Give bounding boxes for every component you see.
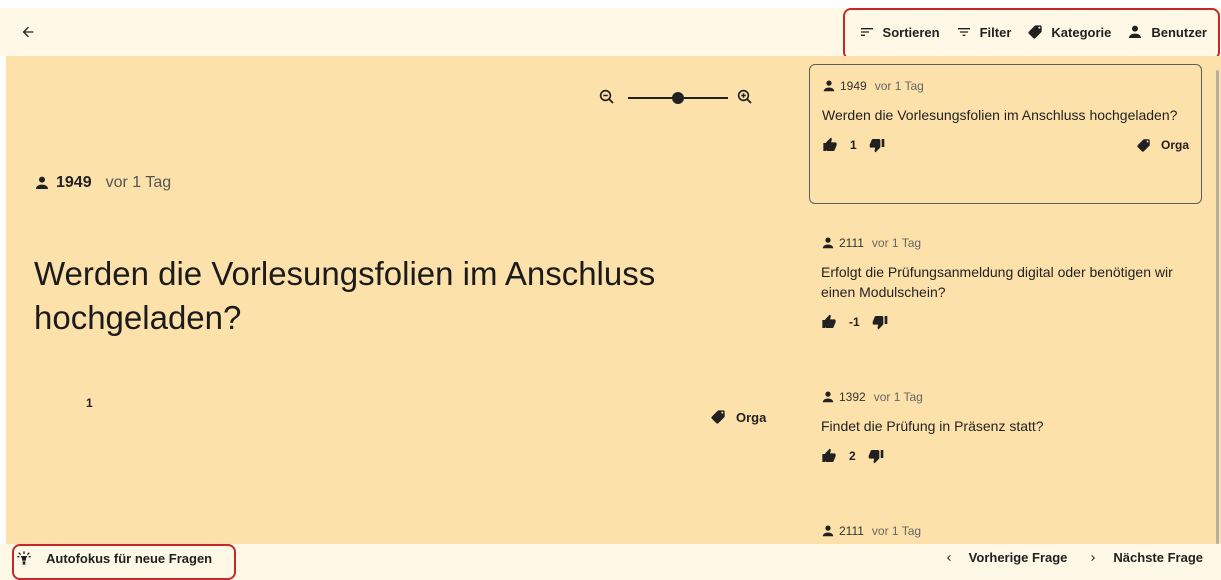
card-question-text: Findet die Prüfung in Präsenz statt? xyxy=(821,418,1044,434)
card-question-text: Erfolgt die Prüfungsanmeldung digital od… xyxy=(821,264,1173,300)
card-actions: 2 xyxy=(821,448,1190,464)
person-icon xyxy=(823,80,835,92)
question-detail-panel: 1949 vor 1 Tag Werden die Vorlesungsfoli… xyxy=(6,56,797,544)
card-tag[interactable]: Orga xyxy=(1136,138,1189,153)
card-actions: -1 xyxy=(821,314,1190,330)
person-icon xyxy=(1129,25,1142,38)
person-icon xyxy=(36,176,48,189)
card-vote-count: -1 xyxy=(849,315,860,329)
tag-icon xyxy=(1137,138,1150,152)
question-card-active[interactable]: 1949 vor 1 Tag Werden die Vorlesungsfoli… xyxy=(809,64,1202,204)
toolbar: Sortieren Filter Kategorie Benutzer xyxy=(851,8,1215,56)
card-meta: 1949 vor 1 Tag xyxy=(822,79,1189,93)
next-question-button[interactable]: Nächste Frage xyxy=(1077,550,1213,565)
next-question-label: Nächste Frage xyxy=(1113,550,1203,565)
thumbs-down-icon[interactable] xyxy=(872,314,888,330)
question-meta: 1949 vor 1 Tag xyxy=(34,174,171,192)
filter-button[interactable]: Filter xyxy=(948,14,1020,50)
card-meta: 2111 vor 1 Tag xyxy=(821,236,1190,250)
card-author: 1949 xyxy=(840,79,867,93)
tag-icon xyxy=(711,410,725,424)
previous-question-label: Vorherige Frage xyxy=(968,550,1068,565)
category-button[interactable]: Kategorie xyxy=(1019,14,1119,50)
spotlight-icon xyxy=(17,551,31,565)
person-icon xyxy=(822,525,834,537)
sort-icon xyxy=(860,28,873,36)
bottom-bar: Autofokus für neue Fragen Vorherige Frag… xyxy=(0,544,1221,580)
question-card[interactable]: 1392 vor 1 Tag Findet die Prüfung in Prä… xyxy=(809,376,1202,496)
person-icon xyxy=(822,391,834,403)
category-label: Kategorie xyxy=(1051,24,1112,40)
question-author: 1949 xyxy=(56,174,92,191)
back-button[interactable] xyxy=(16,20,40,44)
card-author: 1392 xyxy=(839,390,866,404)
question-tag-label: Orga xyxy=(736,409,767,425)
card-time: vor 1 Tag xyxy=(871,524,922,538)
question-card[interactable]: 2111 vor 1 Tag Erfolgt die Prüfungsanmel… xyxy=(809,222,1202,362)
question-time: vor 1 Tag xyxy=(105,174,172,191)
card-meta: 1392 vor 1 Tag xyxy=(821,390,1190,404)
card-author: 2111 xyxy=(839,524,864,538)
sort-label: Sortieren xyxy=(882,24,940,40)
scrollbar[interactable] xyxy=(1216,70,1219,544)
top-app-bar: Sortieren Filter Kategorie Benutzer xyxy=(0,8,1221,56)
question-card[interactable]: 2111 vor 1 Tag xyxy=(809,510,1202,544)
arrow-left-icon xyxy=(22,26,34,38)
card-time: vor 1 Tag xyxy=(873,390,923,404)
autofocus-button[interactable]: Autofokus für neue Fragen xyxy=(16,550,212,566)
question-navigation: Vorherige Frage Nächste Frage xyxy=(933,550,1213,565)
chevron-right-icon xyxy=(1091,554,1096,561)
tag-icon xyxy=(1028,25,1043,39)
zoom-slider-thumb[interactable] xyxy=(672,92,684,104)
user-button[interactable]: Benutzer xyxy=(1119,14,1215,50)
zoom-in-icon[interactable] xyxy=(736,88,754,111)
sort-button[interactable]: Sortieren xyxy=(851,14,948,50)
thumbs-down-icon[interactable] xyxy=(869,137,885,153)
card-time: vor 1 Tag xyxy=(871,236,922,250)
card-time: vor 1 Tag xyxy=(874,79,924,93)
card-actions: 1 Orga xyxy=(822,137,1189,153)
autofocus-label: Autofokus für neue Fragen xyxy=(46,550,213,566)
card-vote-count: 1 xyxy=(850,138,857,152)
filter-icon xyxy=(957,28,970,36)
card-meta: 2111 vor 1 Tag xyxy=(821,524,1190,538)
card-author: 2111 xyxy=(839,236,864,250)
vote-count: 1 xyxy=(86,396,93,410)
thumbs-up-icon[interactable] xyxy=(822,137,838,153)
question-text: Werden die Vorlesungsfolien im Anschluss… xyxy=(34,255,656,336)
card-tag-label: Orga xyxy=(1160,138,1189,152)
question-list: 1949 vor 1 Tag Werden die Vorlesungsfoli… xyxy=(797,56,1221,544)
filter-label: Filter xyxy=(979,24,1012,40)
chevron-left-icon xyxy=(946,554,951,561)
previous-question-button[interactable]: Vorherige Frage xyxy=(933,550,1078,565)
thumbs-up-icon[interactable] xyxy=(821,314,837,330)
card-vote-count: 2 xyxy=(849,449,856,463)
zoom-out-icon[interactable] xyxy=(598,88,616,111)
thumbs-down-icon[interactable] xyxy=(868,448,884,464)
thumbs-up-icon[interactable] xyxy=(821,448,837,464)
user-label: Benutzer xyxy=(1151,24,1207,40)
zoom-control xyxy=(598,86,758,110)
question-tag[interactable]: Orga xyxy=(710,409,766,425)
card-question-text: Werden die Vorlesungsfolien im Anschluss… xyxy=(822,107,1178,123)
person-icon xyxy=(822,237,834,249)
